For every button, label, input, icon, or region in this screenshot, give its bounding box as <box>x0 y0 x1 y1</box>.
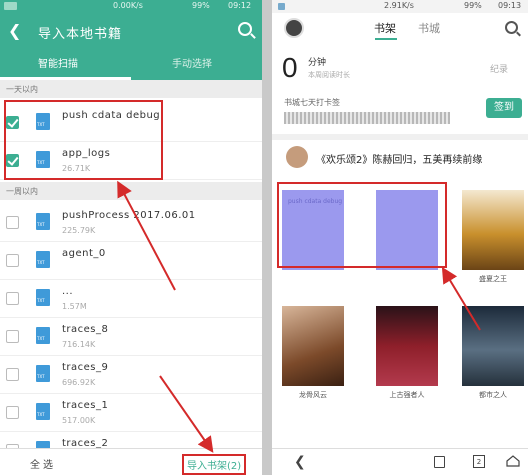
arrow-to-selection <box>117 180 176 291</box>
screenshot-root: 0.00K/s 99% 09:12 ❮ 导入本地书籍 智能扫描 手动选择 一天以… <box>0 0 528 475</box>
arrow-to-imported-books <box>441 266 481 331</box>
annotation-arrows <box>117 180 481 453</box>
arrow-to-import-button <box>159 375 214 453</box>
